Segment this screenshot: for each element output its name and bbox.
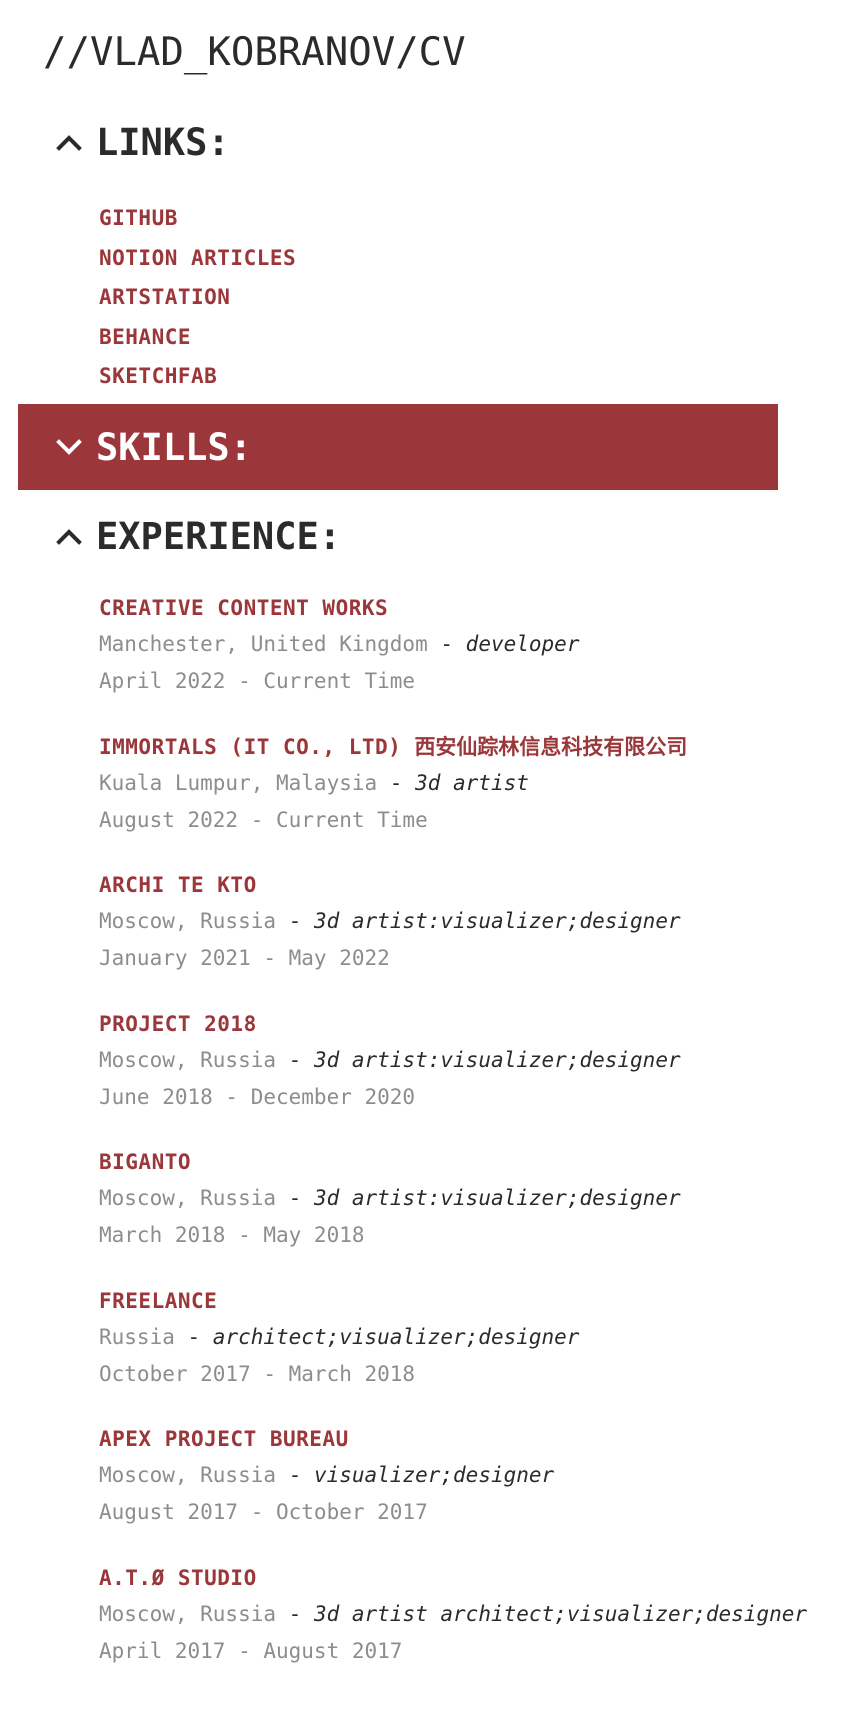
- section-title-experience: EXPERIENCE:: [96, 514, 342, 558]
- chevron-down-icon: [54, 432, 84, 462]
- company-name: BIGANTO: [99, 1150, 192, 1174]
- experience-company: BIGANTO: [99, 1144, 866, 1180]
- experience-item: IMMORTALS (IT CO., LTD) 西安仙踪林信息科技有限公司 Ku…: [99, 729, 866, 868]
- experience-item: PROJECT 2018 Moscow, Russia - 3d artist:…: [99, 1006, 866, 1145]
- separator: -: [427, 632, 466, 656]
- experience-item: CREATIVE CONTENT WORKS Manchester, Unite…: [99, 590, 866, 729]
- experience-dates: June 2018 - December 2020: [99, 1084, 416, 1109]
- section-title-skills: SKILLS:: [96, 425, 252, 469]
- separator: -: [276, 1601, 314, 1626]
- experience-location: Russia: [99, 1324, 175, 1349]
- list-item: SKETCHFAB: [99, 356, 296, 396]
- separator: -: [276, 909, 314, 933]
- experience-item: FREELANCE Russia - architect;visualizer;…: [99, 1283, 866, 1422]
- experience-dates: March 2018 - May 2018: [99, 1223, 365, 1247]
- experience-company: ARCHI TE KTO: [99, 867, 866, 903]
- links-list: GITHUB NOTION ARTICLES ARTSTATION BEHANC…: [99, 198, 296, 396]
- company-name: APEX PROJECT BUREAU: [99, 1427, 349, 1451]
- experience-company: CREATIVE CONTENT WORKS: [99, 590, 866, 626]
- experience-location: Moscow, Russia: [99, 1047, 277, 1072]
- experience-role: architect;visualizer;designer: [212, 1324, 580, 1349]
- experience-dates: October 2017 - March 2018: [99, 1361, 416, 1386]
- experience-location-line: Moscow, Russia - visualizer;designer: [99, 1457, 866, 1494]
- separator: -: [276, 1463, 314, 1487]
- experience-item: A.T.Ø STUDIO Moscow, Russia - 3d artist …: [99, 1560, 866, 1699]
- experience-role: 3d artist:visualizer;designer: [313, 909, 681, 933]
- company-name: ARCHI TE KTO: [99, 873, 257, 897]
- experience-location-line: Moscow, Russia - 3d artist:visualizer;de…: [99, 1042, 866, 1079]
- experience-company: FREELANCE: [99, 1283, 866, 1319]
- list-item: NOTION ARTICLES: [99, 238, 296, 278]
- experience-location: Moscow, Russia: [99, 1463, 277, 1487]
- experience-dates: April 2022 - Current Time: [99, 669, 416, 693]
- experience-company: IMMORTALS (IT CO., LTD) 西安仙踪林信息科技有限公司: [99, 729, 866, 765]
- experience-dates: August 2022 - Current Time: [99, 807, 428, 832]
- separator: -: [377, 770, 416, 795]
- page-title: //VLAD_KOBRANOV/CV: [43, 30, 466, 75]
- experience-company: A.T.Ø STUDIO: [99, 1560, 866, 1596]
- experience-location-line: Kuala Lumpur, Malaysia - 3d artist: [99, 765, 866, 802]
- experience-item: ARCHI TE KTO Moscow, Russia - 3d artist:…: [99, 867, 866, 1006]
- experience-item: BIGANTO Moscow, Russia - 3d artist:visua…: [99, 1144, 866, 1283]
- experience-role: developer: [465, 632, 580, 656]
- link-sketchfab[interactable]: SKETCHFAB: [99, 364, 217, 388]
- experience-role: 3d artist: [415, 770, 529, 795]
- separator: -: [174, 1324, 213, 1349]
- separator: -: [276, 1047, 314, 1072]
- section-header-links[interactable]: LINKS:: [18, 99, 778, 185]
- company-name: IMMORTALS (IT CO., LTD): [99, 734, 415, 759]
- separator: -: [276, 1186, 314, 1210]
- experience-role: visualizer;designer: [313, 1463, 555, 1487]
- experience-location-line: Moscow, Russia - 3d artist architect;vis…: [99, 1596, 866, 1633]
- company-name: A.T.Ø STUDIO: [99, 1565, 257, 1590]
- list-item: ARTSTATION: [99, 277, 296, 317]
- experience-dates: April 2017 - August 2017: [99, 1638, 403, 1663]
- section-title-links: LINKS:: [96, 120, 230, 164]
- company-name: CREATIVE CONTENT WORKS: [99, 596, 389, 620]
- section-header-experience[interactable]: EXPERIENCE:: [18, 493, 778, 579]
- experience-dates: August 2017 - October 2017: [99, 1500, 428, 1524]
- experience-role: 3d artist architect;visualizer;designer: [313, 1601, 808, 1626]
- experience-role: 3d artist:visualizer;designer: [313, 1047, 681, 1072]
- experience-company: PROJECT 2018: [99, 1006, 866, 1042]
- chevron-up-icon: [54, 127, 84, 157]
- experience-list: CREATIVE CONTENT WORKS Manchester, Unite…: [99, 590, 866, 1698]
- experience-role: 3d artist:visualizer;designer: [313, 1186, 681, 1210]
- experience-location-line: Manchester, United Kingdom - developer: [99, 626, 866, 663]
- experience-location: Manchester, United Kingdom: [99, 632, 428, 656]
- link-behance[interactable]: BEHANCE: [99, 325, 191, 349]
- company-name: FREELANCE: [99, 1288, 218, 1313]
- chevron-up-icon: [54, 521, 84, 551]
- experience-location: Moscow, Russia: [99, 1601, 277, 1626]
- experience-location: Kuala Lumpur, Malaysia: [99, 770, 378, 795]
- section-header-skills[interactable]: SKILLS:: [18, 404, 778, 490]
- link-notion-articles[interactable]: NOTION ARTICLES: [99, 246, 296, 270]
- experience-item: APEX PROJECT BUREAU Moscow, Russia - vis…: [99, 1421, 866, 1560]
- company-name-extra: 西安仙踪林信息科技有限公司: [414, 734, 688, 759]
- experience-company: APEX PROJECT BUREAU: [99, 1421, 866, 1457]
- experience-location: Moscow, Russia: [99, 909, 277, 933]
- experience-location-line: Russia - architect;visualizer;designer: [99, 1319, 866, 1356]
- experience-location-line: Moscow, Russia - 3d artist:visualizer;de…: [99, 1180, 866, 1217]
- experience-dates: January 2021 - May 2022: [99, 946, 390, 970]
- experience-location-line: Moscow, Russia - 3d artist:visualizer;de…: [99, 903, 866, 940]
- link-artstation[interactable]: ARTSTATION: [99, 285, 230, 309]
- list-item: BEHANCE: [99, 317, 296, 357]
- experience-location: Moscow, Russia: [99, 1186, 277, 1210]
- company-name: PROJECT 2018: [99, 1011, 257, 1036]
- list-item: GITHUB: [99, 198, 296, 238]
- link-github[interactable]: GITHUB: [99, 206, 178, 230]
